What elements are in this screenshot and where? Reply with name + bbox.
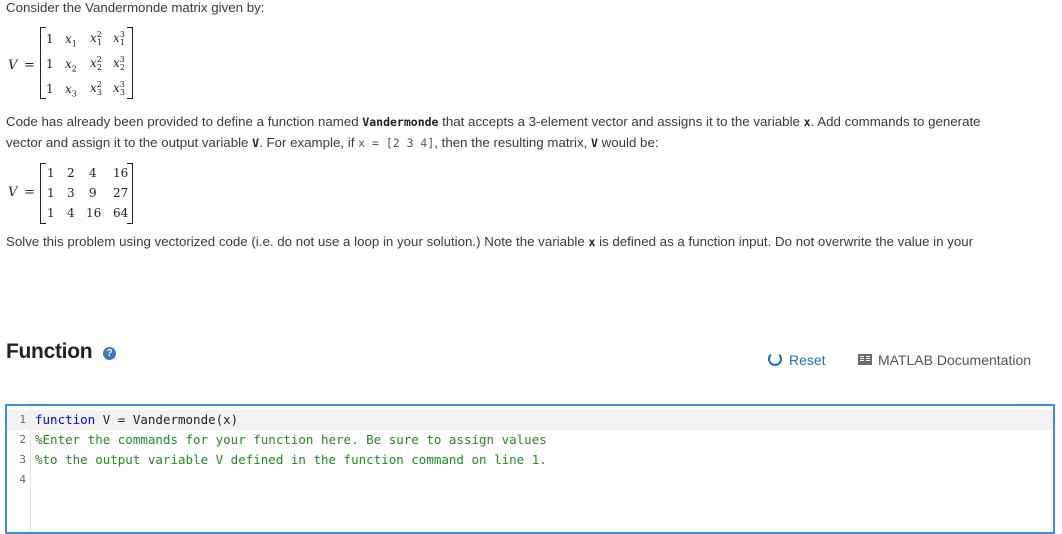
matrix-cell: x21 <box>90 30 102 48</box>
book-icon <box>858 354 872 365</box>
matrix-cell: 64 <box>113 206 129 220</box>
matrix-cell: x2 <box>65 57 77 74</box>
matrix-cell: 9 <box>89 186 97 200</box>
description-line-1: Code has already been provided to define… <box>6 114 981 129</box>
line-number: 1 <box>19 413 26 426</box>
right-bracket <box>127 27 133 99</box>
matrix-cell: x33 <box>113 80 125 98</box>
intro-text: Consider the Vandermonde matrix given by… <box>6 0 265 15</box>
equals-sign: = <box>24 185 35 200</box>
code-line[interactable]: 1 function V = Vandermonde(x) <box>7 410 1053 430</box>
code-line[interactable]: 3 %to the output variable V defined in t… <box>7 450 1053 470</box>
matrix-cell: x3 <box>65 82 77 99</box>
code-comment: %to the output variable V defined in the… <box>35 452 547 467</box>
matrix-cell: 2 <box>67 166 75 180</box>
code-line[interactable]: 2 %Enter the commands for your function … <box>7 430 1053 450</box>
matrix-cell: 4 <box>89 166 97 180</box>
function-name-code: Vandermonde <box>362 115 439 129</box>
matrix-cell: x23 <box>90 80 102 98</box>
matrix-cell: 3 <box>67 186 75 200</box>
variable-x-code: x <box>803 115 811 129</box>
matrix-cell: 27 <box>113 186 129 200</box>
left-bracket <box>40 163 46 224</box>
matrix-cell: 1 <box>46 82 54 96</box>
matrix-cell: 1 <box>47 186 55 200</box>
example-input-code: x = [2 3 4] <box>358 136 435 150</box>
matrix-cell: 1 <box>47 166 55 180</box>
matrix-cell: 1 <box>46 57 54 71</box>
variable-v-code: V <box>590 136 598 150</box>
line-number: 3 <box>19 453 26 466</box>
matrix-cell: x31 <box>113 30 125 48</box>
description-line-3: Solve this problem using vectorized code… <box>6 234 974 249</box>
code-comment: %Enter the commands for your function he… <box>35 432 547 447</box>
matrix-cell: 16 <box>113 166 129 180</box>
equals-sign: = <box>24 58 35 73</box>
keyword-function: function <box>35 412 96 427</box>
matrix-cell: 1 <box>46 32 54 46</box>
function-section-title: Function <box>6 340 93 363</box>
matrix-cell: 1 <box>47 206 55 220</box>
matrix-cell: 4 <box>67 206 75 220</box>
matrix-symbol: V <box>8 58 18 73</box>
matrix-cell: x22 <box>90 55 102 73</box>
reset-icon <box>768 352 782 366</box>
matrix-cell: 16 <box>86 206 102 220</box>
description-line-2: vector and assign it to the output varia… <box>6 135 659 150</box>
line-number: 2 <box>19 433 26 446</box>
matrix-cell: x32 <box>113 55 125 73</box>
code-editor[interactable]: 1 function V = Vandermonde(x) 2 %Enter t… <box>5 404 1055 534</box>
code-line[interactable]: 4 <box>7 470 1053 490</box>
question-circle-icon[interactable]: ? <box>103 347 116 360</box>
matrix-cell: x1 <box>65 32 77 49</box>
line-number: 4 <box>19 473 26 486</box>
matrix-symbol: V <box>8 185 18 200</box>
